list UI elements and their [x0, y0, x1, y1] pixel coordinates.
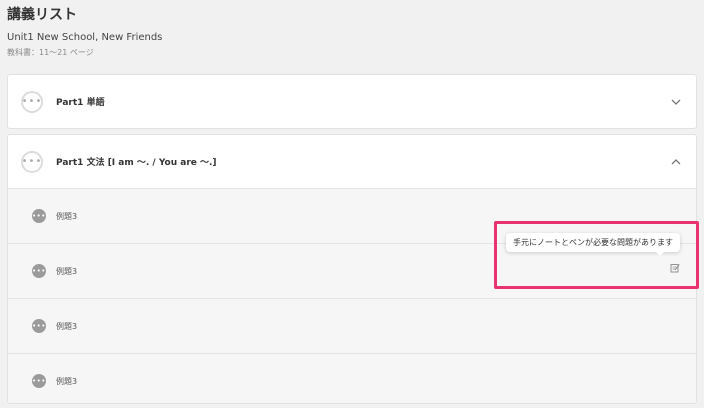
item-label: 例題3 [56, 266, 78, 276]
item-label: 例題3 [56, 321, 78, 331]
more-dots-icon: ••• [32, 209, 46, 223]
more-dots-icon: ••• [32, 264, 46, 278]
list-item[interactable]: ••• 例題3 [8, 298, 696, 353]
more-dots-icon: ••• [32, 374, 46, 388]
textbook-pages: 教科書：11〜21 ページ [7, 48, 94, 57]
item-label: 例題3 [56, 376, 78, 386]
page-title: 講義リスト [7, 7, 77, 23]
section-part1-vocabulary: ••• Part1 単語 [7, 74, 697, 129]
section-header-grammar[interactable]: ••• Part1 文法 [I am 〜. / You are 〜.] [8, 135, 696, 188]
highlight-box [494, 221, 699, 289]
more-dots-icon: ••• [32, 319, 46, 333]
chevron-up-icon[interactable] [670, 156, 682, 168]
chevron-down-icon[interactable] [670, 96, 682, 108]
unit-title: Unit1 New School, New Friends [7, 32, 163, 43]
item-label: 例題3 [56, 211, 78, 221]
more-dots-icon: ••• [21, 150, 43, 173]
list-item[interactable]: ••• 例題3 [8, 353, 696, 403]
section-title: Part1 文法 [I am 〜. / You are 〜.] [56, 158, 217, 168]
section-title: Part1 単語 [56, 98, 105, 108]
section-header-vocabulary[interactable]: ••• Part1 単語 [8, 75, 696, 128]
more-dots-icon: ••• [21, 90, 43, 113]
